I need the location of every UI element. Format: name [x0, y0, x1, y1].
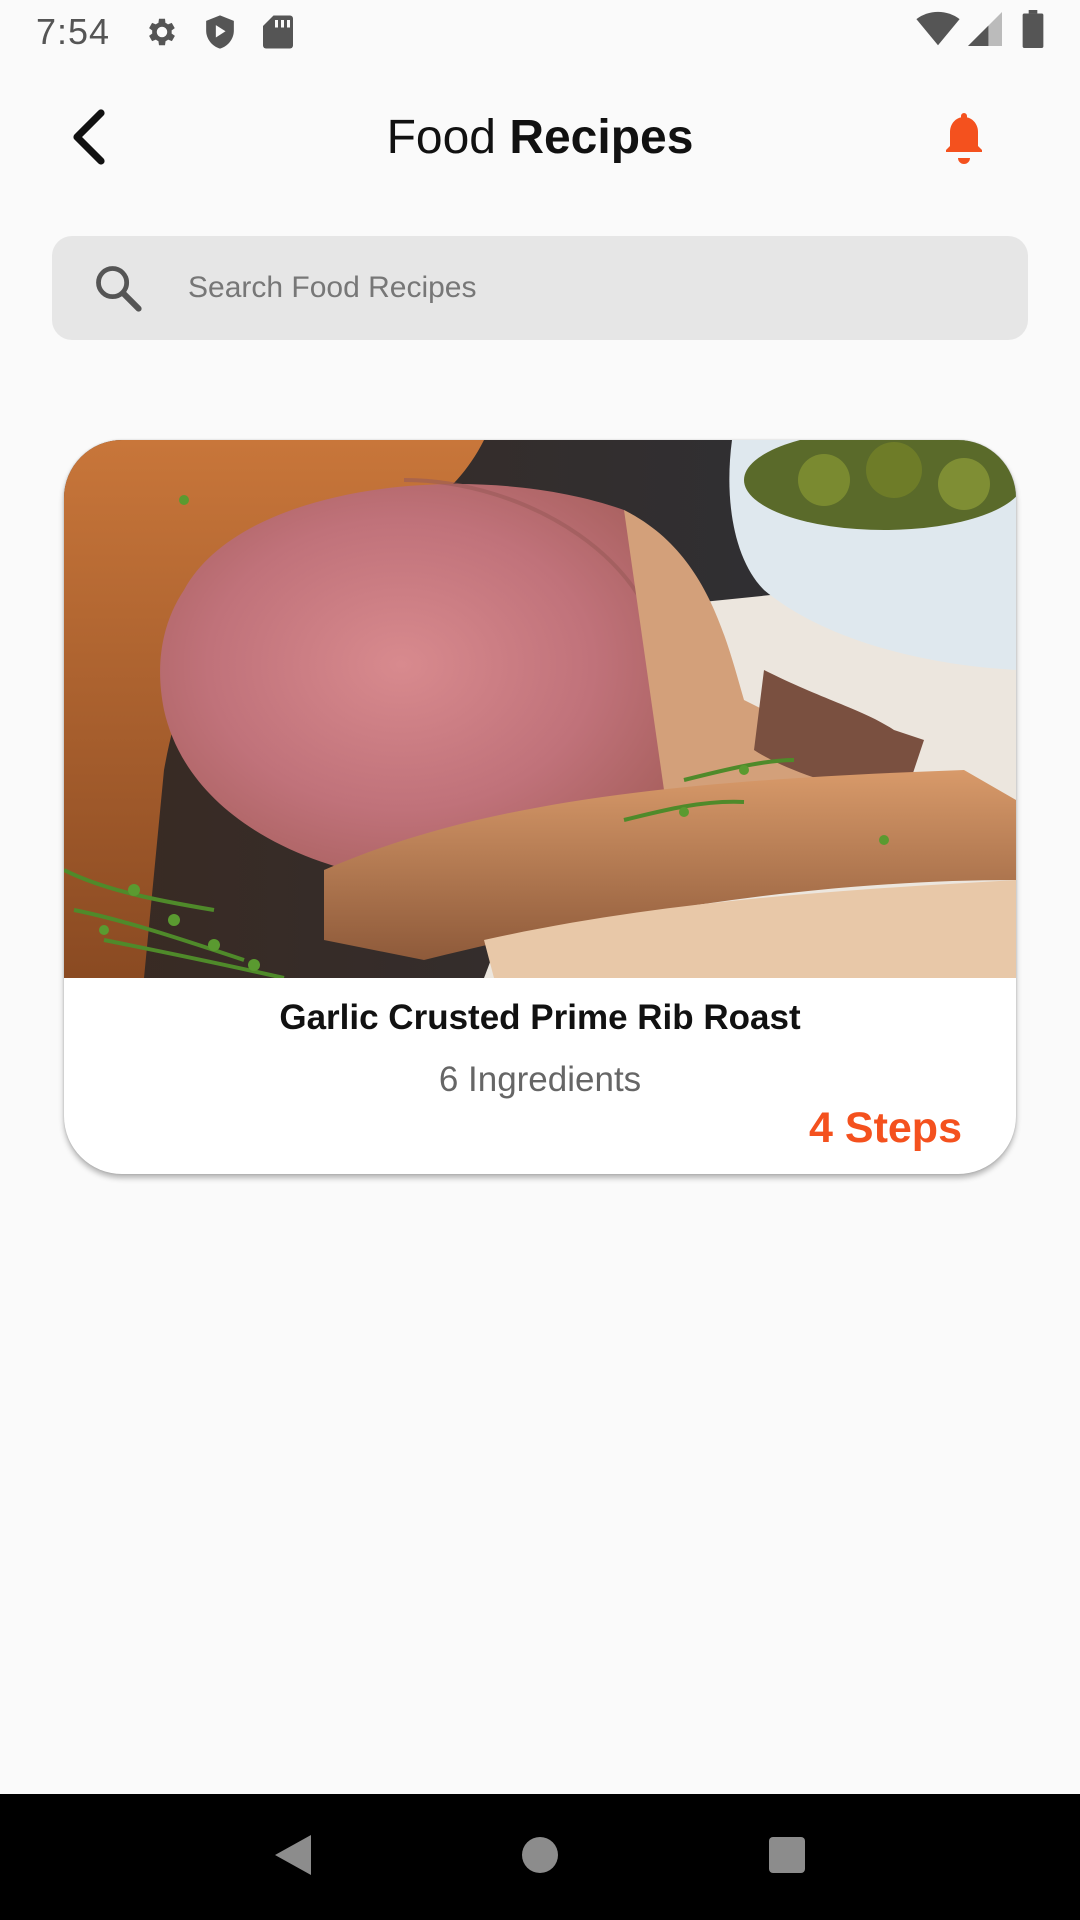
recipe-ingredients-count: 6 Ingredients — [438, 1060, 642, 1099]
page-title-light: Food — [386, 111, 496, 164]
recipe-steps-count: 4 Steps — [809, 1104, 962, 1152]
gear-icon — [140, 10, 184, 54]
status-time: 7:54 — [36, 10, 111, 52]
status-bar: 7:54 — [0, 0, 1080, 63]
status-right-icons — [916, 10, 1044, 53]
recipe-image — [64, 440, 1016, 978]
wifi-icon — [916, 11, 960, 52]
app-bar: Food Recipes — [0, 90, 1080, 186]
recipe-name: Garlic Crusted Prime Rib Roast — [279, 998, 801, 1037]
recents-square-icon — [767, 1835, 807, 1880]
sd-card-icon — [256, 10, 300, 54]
cell-signal-icon — [968, 11, 1002, 52]
battery-icon — [1022, 10, 1044, 53]
recipe-card[interactable]: Garlic Crusted Prime Rib Roast 6 Ingredi… — [64, 440, 1016, 1174]
notifications-button[interactable] — [932, 108, 996, 172]
back-triangle-icon — [271, 1831, 315, 1884]
nav-home-button[interactable] — [495, 1812, 585, 1902]
nav-recents-button[interactable] — [742, 1812, 832, 1902]
search-bar[interactable] — [52, 236, 1028, 340]
page-title-bold: Recipes — [509, 111, 694, 164]
page-title: Food Recipes — [0, 108, 1080, 168]
bell-icon — [940, 110, 988, 171]
shield-icon — [198, 10, 242, 54]
system-nav-bar — [0, 1794, 1080, 1920]
screen: 7:54 Food Recipes Search Food Recipes Ga… — [0, 0, 1080, 1920]
nav-back-button[interactable] — [248, 1812, 338, 1902]
search-input[interactable] — [188, 271, 948, 305]
home-circle-icon — [520, 1835, 560, 1880]
search-icon — [88, 258, 148, 318]
